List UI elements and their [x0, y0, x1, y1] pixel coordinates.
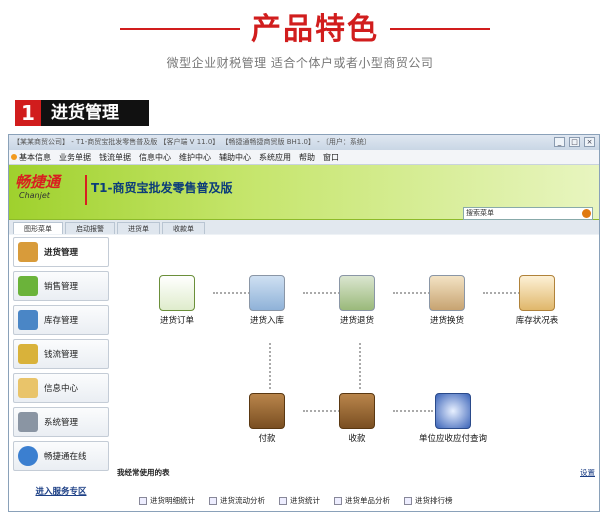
tab-bar: 图形菜单 启动报警 进货单 收款单 — [9, 220, 599, 234]
report-icon — [404, 496, 412, 505]
report-list: 进货明细统计 进货流动分析 进货统计 进货单品分析 进货排行榜 — [139, 495, 453, 506]
report-icon — [139, 496, 147, 505]
menu-maintenance[interactable]: 维护中心 — [179, 152, 219, 163]
menu-help[interactable]: 帮助 — [299, 152, 323, 163]
page-title: 产品特色 — [251, 12, 379, 47]
window-titlebar: 【某某商贸公司】 - T1-商贸宝批发零售普及版 【客户端 V 11.0】 【畅… — [9, 135, 599, 150]
gear-icon — [18, 412, 38, 432]
sidebar-item-purchase[interactable]: 进货管理 — [13, 237, 109, 267]
menu-system[interactable]: 系统应用 — [259, 152, 299, 163]
work-area: 进货管理 销售管理 库存管理 钱流管理 信息中心 系统管理 畅捷通在线 进入服务… — [9, 235, 599, 511]
frequent-reports-title: 我经常使用的表 — [117, 468, 170, 477]
payment-chest-icon — [249, 393, 285, 429]
mail-icon — [18, 378, 38, 398]
maximize-button[interactable]: □ — [569, 137, 580, 147]
purchase-in-icon — [249, 275, 285, 311]
purchase-return-icon — [339, 275, 375, 311]
sidebar-item-info-center[interactable]: 信息中心 — [13, 373, 109, 403]
page-subtitle: 微型企业财税管理 适合个体户或者小型商贸公司 — [166, 56, 434, 70]
search-menu-input[interactable]: 搜索菜单 — [463, 207, 593, 220]
report-icon — [334, 496, 342, 505]
feature-header: 产品特色 — [0, 4, 600, 47]
brand-logo-en: Chanjet — [19, 191, 50, 200]
flow-connector — [269, 343, 271, 389]
flow-connector — [359, 343, 361, 389]
flow-node-purchase-return[interactable]: 进货退货 — [321, 275, 393, 326]
menu-bar: 基本信息 业务单据 钱流单据 信息中心 维护中心 辅助中心 系统应用 帮助 窗口 — [9, 150, 599, 165]
flow-node-receipt[interactable]: 收款 — [321, 393, 393, 444]
report-link[interactable]: 进货单品分析 — [334, 495, 390, 506]
tab-purchase-doc[interactable]: 进货单 — [117, 222, 160, 234]
menu-business-docs[interactable]: 业务单据 — [59, 152, 99, 163]
header-divider-right — [390, 28, 490, 30]
section-label: 进货管理 — [41, 100, 149, 126]
service-zone-link[interactable]: 进入服务专区 — [13, 485, 109, 497]
tab-graphic-menu[interactable]: 图形菜单 — [13, 222, 63, 234]
product-name: T1-商贸宝批发零售普及版 — [91, 181, 233, 195]
banner-divider — [85, 175, 87, 205]
flow-node-ar-ap-query[interactable]: 单位应收应付查询 — [411, 393, 495, 444]
menu-basic-info[interactable]: 基本信息 — [11, 152, 59, 163]
brand-logo: 畅捷通 — [15, 173, 61, 191]
sidebar-item-sales[interactable]: 销售管理 — [13, 271, 109, 301]
report-icon — [209, 496, 217, 505]
menu-window[interactable]: 窗口 — [323, 152, 347, 163]
tab-receipt-doc[interactable]: 收款单 — [162, 222, 205, 234]
sidebar-item-online[interactable]: 畅捷通在线 — [13, 441, 109, 471]
minimize-button[interactable]: _ — [554, 137, 565, 147]
close-button[interactable]: × — [584, 137, 595, 147]
search-icon[interactable] — [582, 209, 591, 218]
report-icon — [279, 496, 287, 505]
sidebar: 进货管理 销售管理 库存管理 钱流管理 信息中心 系统管理 畅捷通在线 进入服务… — [13, 237, 111, 511]
sidebar-item-cashflow[interactable]: 钱流管理 — [13, 339, 109, 369]
flow-node-payment[interactable]: 付款 — [231, 393, 303, 444]
stock-report-icon — [519, 275, 555, 311]
section-number: 1 — [15, 100, 41, 126]
menu-dot-icon — [11, 154, 17, 160]
frequent-reports: 我经常使用的表 设置 进货明细统计 进货流动分析 进货统计 进货单品分析 进货排… — [117, 467, 597, 505]
section-tag: 1 进货管理 — [15, 100, 149, 126]
window-title: 【某某商贸公司】 - T1-商贸宝批发零售普及版 【客户端 V 11.0】 【畅… — [13, 138, 371, 146]
cart-icon — [18, 276, 38, 296]
sidebar-item-system[interactable]: 系统管理 — [13, 407, 109, 437]
window-controls: _ □ × — [554, 137, 595, 147]
flow-node-purchase-order[interactable]: 进货订单 — [141, 275, 213, 326]
flow-node-stock-status[interactable]: 库存状况表 — [501, 275, 573, 326]
purchase-exchange-icon — [429, 275, 465, 311]
purchase-order-icon — [159, 275, 195, 311]
report-link[interactable]: 进货明细统计 — [139, 495, 195, 506]
app-banner: 畅捷通 Chanjet T1-商贸宝批发零售普及版 搜索菜单 — [9, 165, 599, 220]
report-link[interactable]: 进货流动分析 — [209, 495, 265, 506]
sidebar-item-inventory[interactable]: 库存管理 — [13, 305, 109, 335]
flow-node-purchase-in[interactable]: 进货入库 — [231, 275, 303, 326]
report-link[interactable]: 进货排行榜 — [404, 495, 453, 506]
app-window: 【某某商贸公司】 - T1-商贸宝批发零售普及版 【客户端 V 11.0】 【畅… — [8, 134, 600, 512]
ar-ap-query-icon — [435, 393, 471, 429]
truck-icon — [18, 242, 38, 262]
globe-icon — [18, 446, 38, 466]
money-icon — [18, 344, 38, 364]
purchase-flow-diagram: 进货订单 进货入库 进货退货 进货换货 库存状况表 付款 收款 单位应收应付查询 — [117, 235, 599, 465]
reports-settings-link[interactable]: 设置 — [580, 467, 595, 478]
menu-cash-docs[interactable]: 钱流单据 — [99, 152, 139, 163]
menu-info-center[interactable]: 信息中心 — [139, 152, 179, 163]
receipt-chest-icon — [339, 393, 375, 429]
tab-startup-alert[interactable]: 启动报警 — [65, 222, 115, 234]
flow-node-purchase-exchange[interactable]: 进货换货 — [411, 275, 483, 326]
warehouse-icon — [18, 310, 38, 330]
header-divider-left — [120, 28, 240, 30]
menu-assist[interactable]: 辅助中心 — [219, 152, 259, 163]
report-link[interactable]: 进货统计 — [279, 495, 320, 506]
